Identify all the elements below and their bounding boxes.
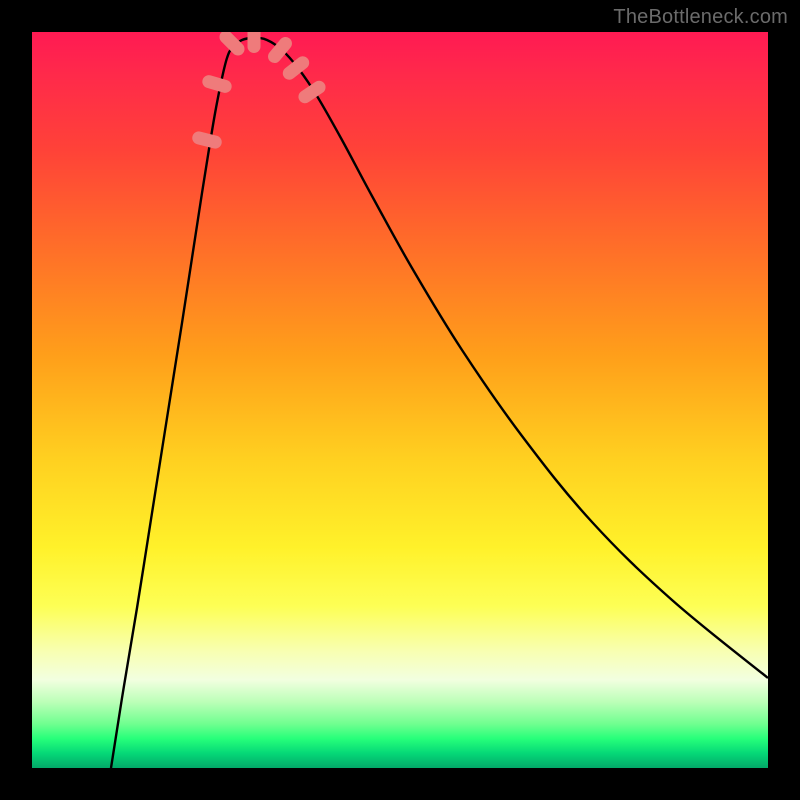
- curve-layer: [32, 32, 768, 768]
- marker-6: [280, 54, 312, 83]
- marker-7: [296, 78, 328, 106]
- plot-area: [32, 32, 768, 768]
- marker-3: [217, 32, 247, 58]
- marker-1: [191, 130, 223, 150]
- chart-frame: TheBottleneck.com: [0, 0, 800, 800]
- watermark-text: TheBottleneck.com: [613, 6, 788, 29]
- bottleneck-curve: [111, 38, 768, 768]
- marker-2: [201, 74, 233, 95]
- marker-4: [248, 32, 261, 53]
- marker-5: [265, 34, 294, 65]
